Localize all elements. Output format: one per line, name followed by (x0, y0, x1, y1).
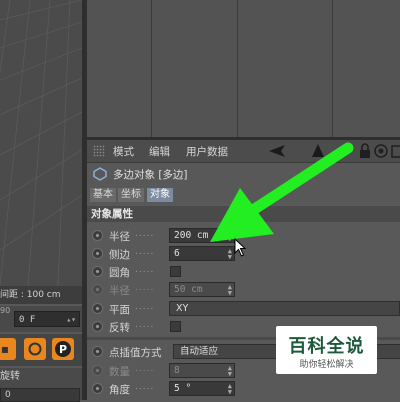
watermark-logo: 百科全说 助你轻松解决 (276, 326, 377, 374)
plane-value: XY (176, 303, 189, 314)
dots-leader: ..... (135, 320, 155, 330)
dots-leader: ..... (135, 247, 155, 257)
interpolation-value: 自动适应 (180, 346, 219, 357)
menu-mode[interactable]: 模式 (113, 144, 134, 159)
grip-icon[interactable] (93, 145, 105, 157)
object-title: 多边对象 [多边] (113, 169, 188, 181)
column-divider (237, 0, 238, 137)
frame-row: 90 0 F ▴▾ (0, 306, 82, 332)
animate-radio[interactable] (92, 303, 103, 314)
plane-label: 平面 (109, 304, 130, 316)
dots-leader: ..... (135, 265, 155, 275)
sides-label: 侧边 (109, 249, 130, 261)
fillet-radius-row: 半径 ..... 50 cm ▲ ▼ (87, 281, 400, 299)
spin-icon[interactable]: ▲▼ (228, 284, 232, 297)
tab-coordinates[interactable]: 坐标 (118, 188, 144, 202)
new-window-icon[interactable] (391, 143, 400, 159)
count-field[interactable]: 8 ▲ ▼ (169, 363, 235, 378)
rotate-row: 旋转 0 (0, 368, 82, 402)
tab-basic[interactable]: 基本 (90, 188, 116, 202)
target-icon[interactable] (374, 143, 388, 159)
watermark-title: 百科全说 (288, 336, 365, 357)
polygon-icon (93, 167, 107, 181)
reverse-checkbox[interactable] (170, 321, 181, 332)
dots-leader: ..... (135, 302, 155, 312)
dots-leader: ..... (135, 283, 155, 293)
dots-leader: ..... (135, 382, 155, 392)
interpolation-label: 点插值方式 (109, 347, 162, 359)
animate-radio[interactable] (92, 248, 103, 259)
current-frame-field[interactable]: 0 F ▴▾ (14, 311, 80, 327)
fillet-radius-value: 50 cm (174, 284, 203, 295)
rotate-label: 旋转 (0, 371, 20, 382)
tab-object[interactable]: 对象 (147, 188, 173, 202)
angle-label: 角度 (109, 384, 130, 396)
viewport-grid (0, 0, 82, 286)
current-frame-value: 0 F (19, 315, 36, 325)
refresh-icon (28, 342, 42, 356)
angle-field[interactable]: 5 ° ▲ ▼ (169, 381, 235, 396)
angle-row: 角度 ..... 5 ° ▲ ▼ (87, 380, 400, 398)
fillet-radius-label: 半径 (109, 285, 130, 297)
fillet-checkbox[interactable] (170, 266, 181, 277)
animate-radio[interactable] (92, 284, 103, 295)
fillet-row: 圆角 ..... (87, 263, 400, 281)
p-icon: P (55, 341, 71, 357)
autokey-tool-button[interactable] (24, 338, 46, 360)
dots-leader: ..... (135, 229, 155, 239)
frame-spin-icon[interactable]: ▴▾ (66, 312, 76, 328)
svg-text:P: P (59, 343, 67, 356)
mouse-cursor-icon (234, 238, 247, 257)
object-manager-panel[interactable] (87, 0, 400, 137)
rotate-value: 0 (5, 390, 11, 400)
plane-row: 平面 ..... XY (87, 300, 400, 318)
animate-radio[interactable] (92, 321, 103, 332)
count-value: 8 (174, 365, 180, 376)
angle-value: 5 ° (174, 383, 192, 394)
annotation-arrow (210, 142, 354, 242)
fillet-radius-field[interactable]: 50 cm ▲ ▼ (169, 282, 235, 297)
animate-radio[interactable] (92, 230, 103, 241)
menu-edit[interactable]: 编辑 (149, 144, 170, 159)
count-label: 数量 (109, 366, 130, 378)
spin-icon[interactable]: ▲▼ (228, 365, 232, 378)
column-divider (332, 0, 333, 137)
keyframe-tool-button[interactable]: ▪ (0, 338, 16, 360)
animate-radio[interactable] (92, 266, 103, 277)
grid-spacing-text: 间距 : 100 cm (0, 290, 61, 300)
tool-buttons-row: ▪ P (0, 334, 82, 366)
animate-radio[interactable] (92, 365, 103, 376)
watermark-subtitle: 助你轻松解决 (299, 360, 354, 370)
reverse-label: 反转 (109, 322, 130, 334)
animate-radio[interactable] (92, 346, 103, 357)
3d-viewport[interactable] (0, 0, 82, 286)
plane-dropdown[interactable]: XY (169, 301, 400, 316)
frame-prefix: 90 (0, 306, 11, 315)
spin-icon[interactable]: ▲▼ (228, 383, 232, 396)
dots-leader: ..... (135, 364, 155, 374)
viewport-status-bar: 间距 : 100 cm (0, 286, 82, 304)
radius-label: 半径 (109, 231, 130, 243)
animate-radio[interactable] (92, 383, 103, 394)
column-divider (151, 0, 152, 137)
fillet-label: 圆角 (109, 267, 130, 279)
playback-tool-button[interactable]: P (52, 338, 74, 360)
sides-value: 6 (174, 248, 180, 259)
lock-icon[interactable] (359, 143, 371, 159)
